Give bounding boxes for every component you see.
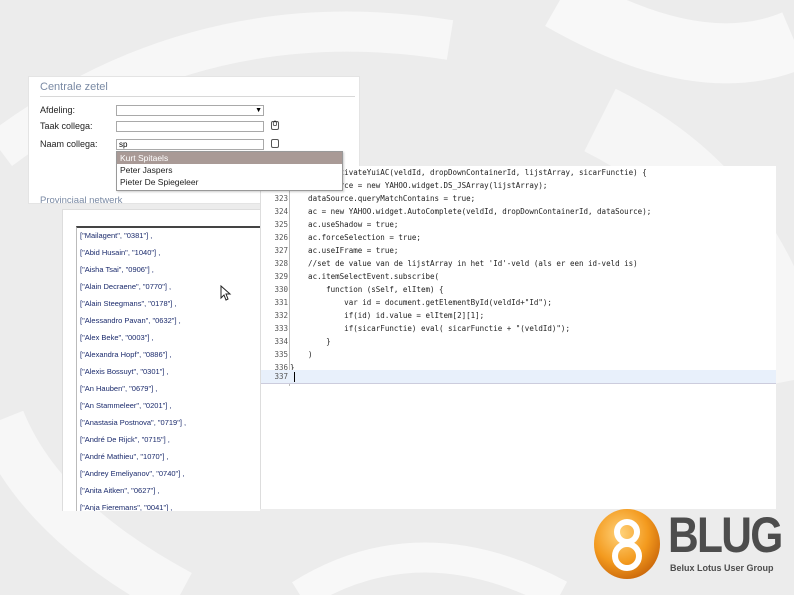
autocomplete-dropdown: Kurt Spitaels Peter Jaspers Pieter De Sp… — [116, 151, 343, 191]
code-text: function (sSelf, elItem) { — [290, 285, 444, 294]
list-item: ["Alain Decraene", "0770"] , — [80, 282, 172, 291]
taak-collega-field[interactable] — [116, 121, 264, 132]
code-text: dataSource.queryMatchContains = true; — [290, 194, 476, 203]
list-item: ["Alain Steegmans", "0178"] , — [80, 299, 177, 308]
list-item: ["Anja Fieremans", "0041"] , — [80, 503, 173, 511]
list-item: ["Alexandra Hopf", "0886"] , — [80, 350, 172, 359]
line-number: 333 — [274, 324, 288, 333]
code-text: //set de value van de lijstArray in het … — [290, 259, 638, 268]
code-text: } — [290, 337, 331, 346]
afdeling-select[interactable]: ▼ — [116, 105, 264, 116]
autocomplete-item[interactable]: Pieter De Spiegeleer — [117, 176, 342, 188]
provincial-network-title: Provinciaal netwerk — [40, 195, 123, 206]
code-text: function activateYuiAC(veldId, dropDownC… — [290, 168, 647, 177]
list-item: ["An Hauben", "0679"] , — [80, 384, 158, 393]
code-line: 324 ac = new YAHOO.widget.AutoComplete(v… — [261, 205, 776, 218]
line-number: 325 — [274, 220, 288, 229]
list-item: ["Abid Husain", "1040"] , — [80, 248, 161, 257]
list-item: ["Alex Beke", "0003"] , — [80, 333, 154, 342]
line-number: 330 — [274, 285, 288, 294]
code-text: ) — [290, 350, 313, 359]
array-list-panel: ["Mailagent", "0381"] , ["Abid Husain", … — [62, 209, 260, 511]
line-number: 323 — [274, 194, 288, 203]
code-text: ac.useIFrame = true; — [290, 246, 399, 255]
line-number: 327 — [274, 246, 288, 255]
code-line: 333 if(sicarFunctie) eval( sicarFunctie … — [261, 322, 776, 335]
code-line-current[interactable]: 337 — [261, 370, 776, 383]
code-line: 326 ac.forceSelection = true; — [261, 231, 776, 244]
line-number: 329 — [274, 272, 288, 281]
list-item: ["André Mathieu", "1070"] , — [80, 452, 169, 461]
list-item: ["André De Rijck", "0715"] , — [80, 435, 170, 444]
list-item: ["Alexis Bossuyt", "0301"] , — [80, 367, 169, 376]
code-text: ac.useShadow = true; — [290, 220, 399, 229]
code-text: ac.forceSelection = true; — [290, 233, 421, 242]
code-text: var id = document.getElementById(veldId+… — [290, 298, 552, 307]
line-number: 328 — [274, 259, 288, 268]
list-item: ["Mailagent", "0381"] , — [80, 231, 153, 240]
code-text: if(id) id.value = elItem[2][1]; — [290, 311, 485, 320]
line-number: 337 — [274, 372, 288, 381]
line-number: 334 — [274, 337, 288, 346]
chevron-down-icon: ▼ — [255, 107, 262, 114]
lookup-icon[interactable] — [271, 139, 279, 148]
code-line: 332 if(id) id.value = elItem[2][1]; — [261, 309, 776, 322]
code-text: ac.itemSelectEvent.subscribe( — [290, 272, 440, 281]
line-number: 324 — [274, 207, 288, 216]
autocomplete-item[interactable]: Kurt Spitaels — [117, 152, 342, 164]
logo-tagline: Belux Lotus User Group — [670, 563, 774, 573]
code-line: 331 var id = document.getElementById(vel… — [261, 296, 776, 309]
code-text: ac = new YAHOO.widget.AutoComplete(veldI… — [290, 207, 652, 216]
afdeling-label: Afdeling: — [40, 105, 76, 115]
line-number: 335 — [274, 350, 288, 359]
logo-wordmark: BLUG — [668, 507, 783, 563]
blug-logo-icon — [594, 509, 660, 579]
form-divider — [40, 96, 355, 97]
line-number: 332 — [274, 311, 288, 320]
code-line: 325 ac.useShadow = true; — [261, 218, 776, 231]
list-item: ["Anita Aitken", "0627"] , — [80, 486, 160, 495]
cursor-icon — [220, 285, 232, 301]
naam-collega-field[interactable]: sp — [116, 139, 264, 150]
naam-collega-label: Naam collega: — [40, 139, 98, 149]
code-line: 329 ac.itemSelectEvent.subscribe( — [261, 270, 776, 283]
autocomplete-item[interactable]: Peter Jaspers — [117, 164, 342, 176]
lookup-icon[interactable]: Ö — [271, 121, 279, 130]
text-caret — [294, 372, 295, 382]
code-line: 327 ac.useIFrame = true; — [261, 244, 776, 257]
code-line: 328 //set de value van de lijstArray in … — [261, 257, 776, 270]
code-line: 335 ) — [261, 348, 776, 361]
code-text: if(sicarFunctie) eval( sicarFunctie + "(… — [290, 324, 570, 333]
code-line: 323 dataSource.queryMatchContains = true… — [261, 192, 776, 205]
list-item: ["Aisha Tsai", "0906"] , — [80, 265, 154, 274]
line-number: 326 — [274, 233, 288, 242]
list-item: ["An Stammeleer", "0201"] , — [80, 401, 172, 410]
form-title: Centrale zetel — [40, 81, 108, 93]
list-item: ["Andrey Emeliyanov", "0740"] , — [80, 469, 185, 478]
code-editor[interactable]: 321function activateYuiAC(veldId, dropDo… — [260, 166, 776, 509]
array-list: ["Mailagent", "0381"] , ["Abid Husain", … — [76, 226, 260, 511]
taak-collega-label: Taak collega: — [40, 121, 93, 131]
line-number: 331 — [274, 298, 288, 307]
code-line: 330 function (sSelf, elItem) { — [261, 283, 776, 296]
editor-rule — [261, 383, 776, 384]
list-item: ["Anastasia Postnova", "0719"] , — [80, 418, 187, 427]
list-item: ["Alessandro Pavan", "0632"] , — [80, 316, 181, 325]
code-line: 334 } — [261, 335, 776, 348]
